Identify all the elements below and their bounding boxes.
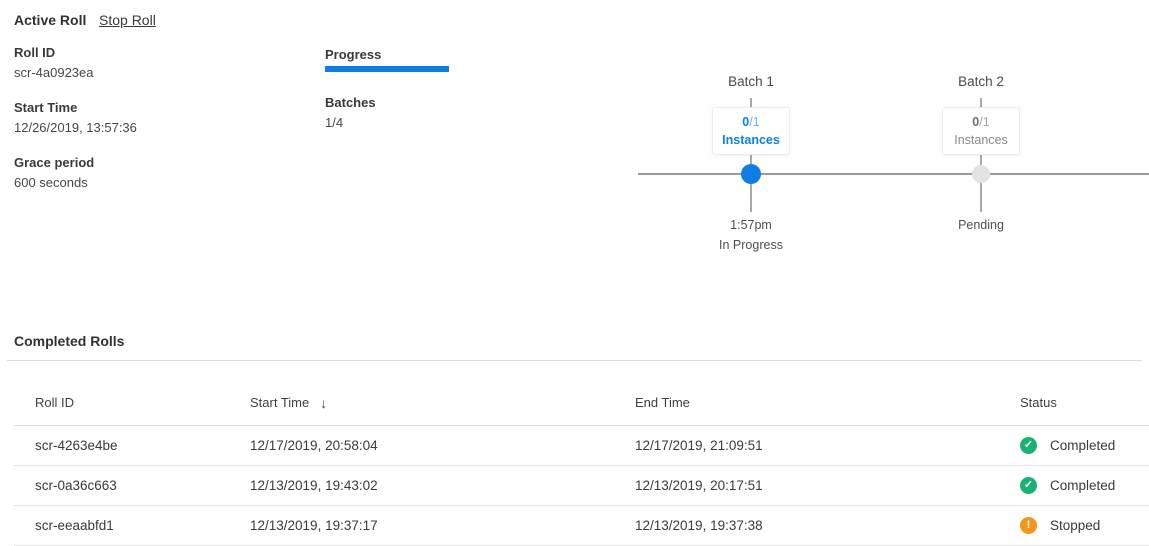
status-label: Completed [1050, 438, 1115, 453]
batch-1-instances-box[interactable]: 0/1 Instances [712, 107, 790, 155]
batch-1-state: In Progress [671, 238, 831, 252]
batches-label: Batches [325, 95, 449, 111]
start-time-field: Start Time 12/26/2019, 13:57:36 [14, 100, 137, 136]
cell-status: ✓ Completed [1020, 477, 1149, 494]
cell-start-time: 12/13/2019, 19:37:17 [250, 518, 635, 533]
grace-period-field: Grace period 600 seconds [14, 155, 137, 191]
batches-value: 1/4 [325, 115, 449, 131]
grace-period-label: Grace period [14, 155, 137, 171]
start-time-value: 12/26/2019, 13:57:36 [14, 120, 137, 136]
completed-rolls-table: Roll ID Start Time ↓ End Time Status scr… [14, 380, 1149, 546]
table-row[interactable]: scr-4263e4be 12/17/2019, 20:58:04 12/17/… [14, 426, 1149, 466]
cell-roll-id: scr-eeaabfd1 [35, 518, 250, 533]
batch-1-name: Batch 1 [671, 74, 831, 90]
grace-period-value: 600 seconds [14, 175, 137, 191]
cell-status: ! Stopped [1020, 517, 1149, 534]
section-divider [7, 360, 1142, 361]
batch-2-instances-label: Instances [943, 131, 1019, 149]
check-circle-icon: ✓ [1020, 477, 1037, 494]
batch-2-time: Pending [901, 218, 1061, 232]
cell-roll-id: scr-0a36c663 [35, 478, 250, 493]
col-header-start-time[interactable]: Start Time ↓ [250, 395, 635, 411]
cell-status: ✓ Completed [1020, 437, 1149, 454]
sort-down-icon[interactable]: ↓ [320, 395, 327, 411]
timeline-batch-1: Batch 1 0/1 Instances 1:57pm In Progress [671, 74, 831, 264]
cell-end-time: 12/13/2019, 20:17:51 [635, 478, 1020, 493]
progress-section: Progress Batches 1/4 [325, 47, 449, 131]
active-roll-details: Roll ID scr-4a0923ea Start Time 12/26/20… [14, 45, 137, 191]
col-header-status: Status [1020, 395, 1149, 410]
active-roll-title: Active Roll [14, 12, 86, 28]
batch-1-timeline-dot [741, 164, 761, 184]
batch-2-timeline-dot [972, 165, 990, 183]
batch-1-time: 1:57pm [671, 218, 831, 232]
cell-end-time: 12/13/2019, 19:37:38 [635, 518, 1020, 533]
roll-id-value: scr-4a0923ea [14, 65, 137, 81]
batch-2-instances-box: 0/1 Instances [942, 107, 1020, 155]
batch-1-instance-count: 0/1 [713, 113, 789, 131]
cell-start-time: 12/13/2019, 19:43:02 [250, 478, 635, 493]
status-label: Stopped [1050, 518, 1100, 533]
batch-2-name: Batch 2 [901, 74, 1061, 90]
start-time-label: Start Time [14, 100, 137, 116]
table-row[interactable]: scr-eeaabfd1 12/13/2019, 19:37:17 12/13/… [14, 506, 1149, 546]
col-header-end-time: End Time [635, 395, 1020, 410]
batch-2-instance-count: 0/1 [943, 113, 1019, 131]
alert-circle-icon: ! [1020, 517, 1037, 534]
status-label: Completed [1050, 478, 1115, 493]
progress-label: Progress [325, 47, 449, 63]
cell-start-time: 12/17/2019, 20:58:04 [250, 438, 635, 453]
col-header-roll-id: Roll ID [35, 395, 250, 410]
progress-bar [325, 66, 449, 72]
stop-roll-link[interactable]: Stop Roll [99, 12, 156, 28]
table-row[interactable]: scr-0a36c663 12/13/2019, 19:43:02 12/13/… [14, 466, 1149, 506]
cell-roll-id: scr-4263e4be [35, 438, 250, 453]
table-header-row: Roll ID Start Time ↓ End Time Status [14, 380, 1149, 426]
cell-end-time: 12/17/2019, 21:09:51 [635, 438, 1020, 453]
check-circle-icon: ✓ [1020, 437, 1037, 454]
completed-rolls-title: Completed Rolls [14, 333, 124, 349]
roll-id-label: Roll ID [14, 45, 137, 61]
timeline-batch-2: Batch 2 0/1 Instances Pending [901, 74, 1061, 264]
roll-id-field: Roll ID scr-4a0923ea [14, 45, 137, 81]
batch-1-instances-label: Instances [713, 131, 789, 149]
